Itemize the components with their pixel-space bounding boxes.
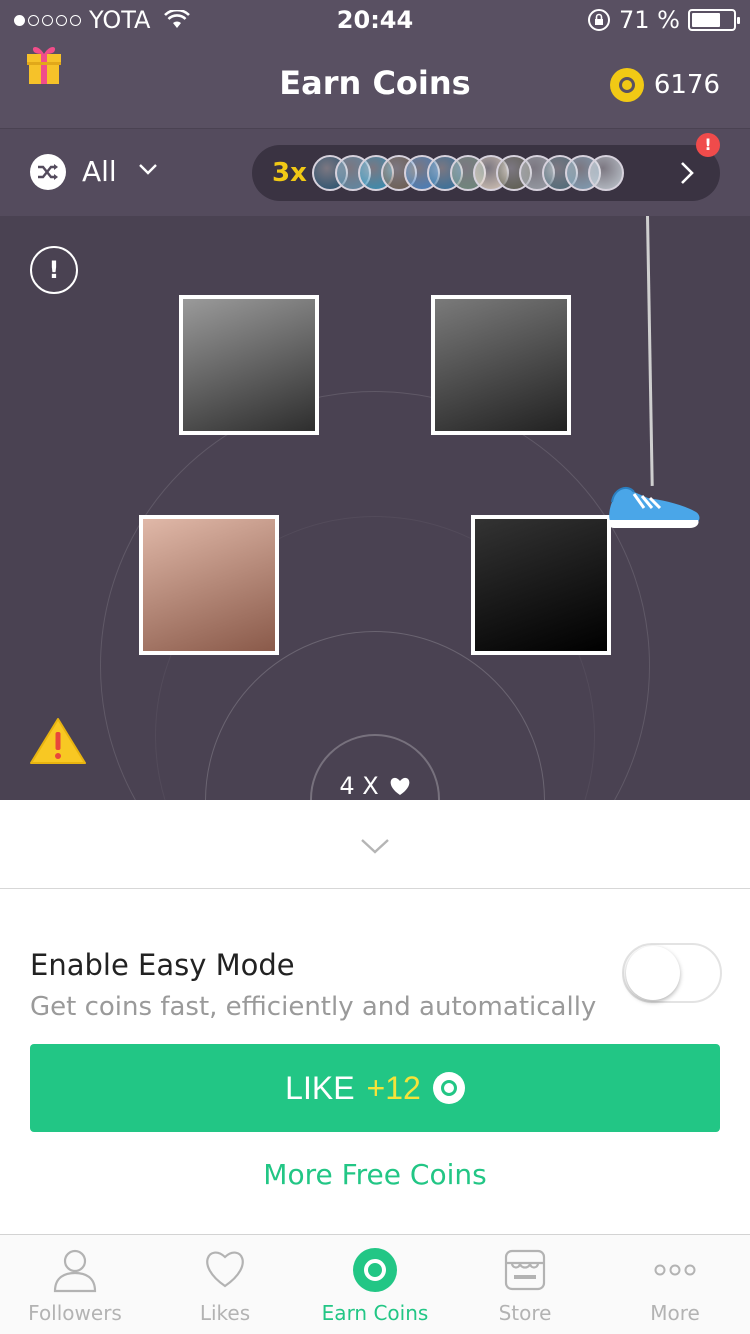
battery-group: 71 %: [587, 6, 740, 34]
coin-balance: 6176: [609, 68, 720, 102]
photo-card[interactable]: [431, 295, 571, 435]
photo-woman-fountain: [183, 299, 315, 431]
more-icon: [654, 1264, 696, 1276]
queued-avatars: [312, 155, 624, 191]
photo-card[interactable]: [471, 515, 611, 655]
app-header: Earn Coins 6176: [0, 40, 750, 128]
tab-label: Followers: [28, 1301, 122, 1325]
coin-icon: [609, 68, 644, 102]
chevron-down-icon[interactable]: [136, 157, 160, 181]
heart-icon: [390, 777, 410, 795]
coin-count: 6176: [653, 70, 720, 100]
photo-woman-quote: [475, 519, 607, 651]
tab-earn-coins[interactable]: Earn Coins: [300, 1235, 450, 1334]
tab-followers[interactable]: Followers: [0, 1235, 150, 1334]
easy-mode-title: Enable Easy Mode: [30, 948, 295, 982]
shoe-string: [646, 216, 654, 486]
info-icon[interactable]: !: [30, 246, 78, 294]
alert-badge: !: [696, 133, 720, 157]
queued-avatar: [588, 155, 624, 191]
tab-label: Earn Coins: [321, 1301, 429, 1325]
coin-icon: [353, 1248, 397, 1292]
photo-girl-bear-ears: [143, 519, 275, 651]
easy-mode-toggle[interactable]: [622, 943, 722, 1003]
like-label: LIKE: [285, 1069, 355, 1106]
divider: [0, 888, 750, 889]
tab-label: Likes: [199, 1301, 251, 1325]
photo-card[interactable]: [179, 295, 319, 435]
tab-store[interactable]: Store: [450, 1235, 600, 1334]
earn-game-area: ! 4 X: [0, 216, 750, 800]
battery-percent: 71 %: [619, 6, 680, 34]
battery-icon: [688, 9, 740, 31]
like-reward: +12: [366, 1069, 421, 1106]
heart-icon: [206, 1251, 244, 1288]
chevron-down-icon[interactable]: [360, 836, 390, 856]
filter-bar: All 3x: [0, 128, 750, 216]
tab-bar: Followers Likes Earn Coins Store More: [0, 1234, 750, 1334]
sneaker-icon[interactable]: [604, 478, 704, 532]
person-icon: [53, 1249, 97, 1293]
photo-street-people: [435, 299, 567, 431]
chevron-right-icon: [681, 162, 694, 184]
photo-card[interactable]: [139, 515, 279, 655]
coin-icon: [432, 1072, 465, 1104]
store-icon: [504, 1249, 546, 1291]
more-free-coins-link[interactable]: More Free Coins: [0, 1158, 750, 1191]
action-panel: Enable Easy Mode Get coins fast, efficie…: [0, 800, 750, 1234]
tab-likes[interactable]: Likes: [150, 1235, 300, 1334]
tab-label: More: [650, 1301, 700, 1325]
like-multiplier-text: 4 X: [339, 772, 379, 800]
tab-more[interactable]: More: [600, 1235, 750, 1334]
multiplier-queue-button[interactable]: 3x: [252, 145, 720, 201]
status-bar: YOTA 20:44 71 %: [0, 0, 750, 40]
like-button[interactable]: LIKE +12: [30, 1044, 720, 1132]
easy-mode-subtitle: Get coins fast, efficiently and automati…: [30, 992, 597, 1022]
warning-icon[interactable]: [28, 716, 88, 766]
shuffle-icon[interactable]: [30, 154, 66, 190]
tab-label: Store: [498, 1301, 552, 1325]
filter-dropdown-label[interactable]: All: [82, 155, 117, 188]
multiplier-label: 3x: [272, 158, 307, 188]
rotation-lock-icon: [588, 9, 611, 31]
